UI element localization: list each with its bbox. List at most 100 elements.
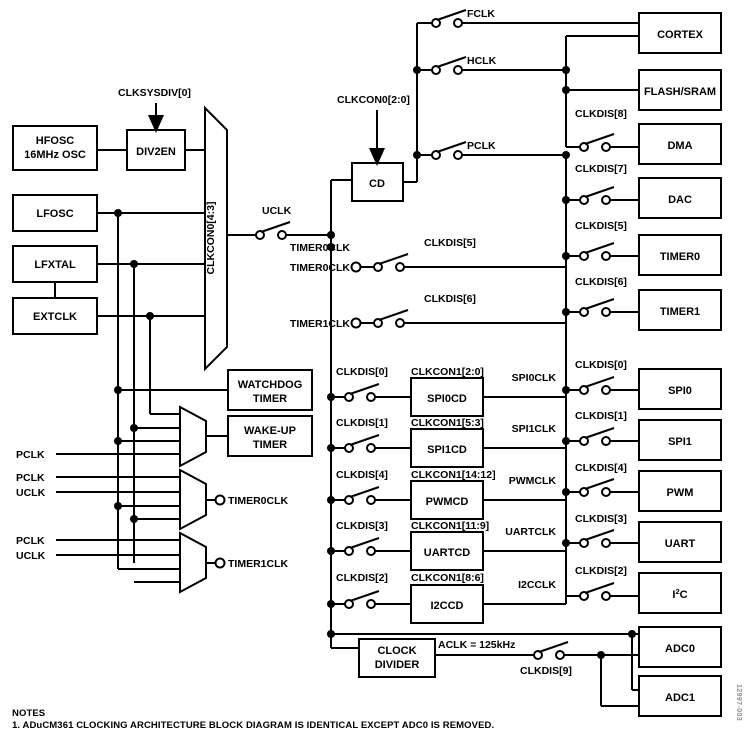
fclk-label: FCLK (467, 8, 495, 20)
switch-clkdis3-uartcd[interactable] (344, 537, 380, 556)
pwmclk-label: PWMCLK (509, 475, 557, 487)
clkdis0-right-label: CLKDIS[0] (575, 359, 627, 371)
clkdis4-mid-label: CLKDIS[4] (336, 469, 388, 481)
switch-clkdis6-timer1clk[interactable] (373, 309, 409, 328)
uclk-label: UCLK (262, 205, 292, 217)
switch-fclk[interactable] (431, 9, 467, 28)
aclk-label: ACLK = 125kHz (438, 639, 515, 651)
hfosc-label-line1: HFOSC (36, 135, 75, 147)
switch-clkdis0-spi0[interactable] (579, 376, 615, 395)
clkdis1-mid-label: CLKDIS[1] (336, 417, 388, 429)
clkdis3-mid-label: CLKDIS[3] (336, 520, 388, 532)
switch-clkdis3-uart[interactable] (579, 529, 615, 548)
clkcon1-spi0-label: CLKCON1[2:0] (411, 366, 484, 378)
i2ccd-label: I2CCD (430, 600, 463, 612)
lfxtal-label: LFXTAL (34, 259, 76, 271)
peripheral-block-pwm: PWM (638, 470, 722, 512)
block-spi0cd: SPI0CD (410, 377, 484, 417)
mux-wakeup-timer (179, 405, 207, 468)
div2en-label: DIV2EN (136, 146, 176, 158)
switch-clkdis2-i2c[interactable] (579, 582, 615, 601)
clkcon1-uart-label: CLKCON1[11:9] (411, 520, 489, 532)
lfosc-label: LFOSC (36, 208, 73, 220)
junction-extclk (146, 312, 154, 320)
timer1-label: TIMER1 (660, 306, 700, 318)
switch-pclk[interactable] (431, 141, 467, 160)
spi1-label: SPI1 (668, 436, 692, 448)
switch-uclk[interactable] (255, 221, 291, 240)
clkdis5-mid-label: CLKDIS[5] (424, 237, 476, 249)
junction-watchdog (114, 386, 122, 394)
spi1clk-label: SPI1CLK (512, 423, 557, 435)
clkcon1-pwm-label: CLKCON1[14:12] (411, 469, 496, 481)
peripheral-block-spi1: SPI1 (638, 419, 722, 461)
flash-sram-label: FLASH/SRAM (644, 86, 716, 98)
clkdis2-right-label: CLKDIS[2] (575, 565, 627, 577)
source-block-lfosc: LFOSC (12, 194, 98, 232)
switch-clkdis5-timer0clk[interactable] (373, 253, 409, 272)
spi1cd-label: SPI1CD (427, 444, 467, 456)
clkdis2-mid-label: CLKDIS[2] (336, 572, 388, 584)
pwmcd-label: PWMCD (426, 496, 469, 508)
peripheral-block-flash-sram: FLASH/SRAM (638, 69, 722, 111)
switch-clkdis6-timer1[interactable] (579, 298, 615, 317)
switch-hclk[interactable] (431, 56, 467, 75)
dac-label: DAC (668, 194, 692, 206)
source-block-hfosc: HFOSC 16MHz OSC (12, 125, 98, 171)
block-i2ccd: I2CCD (410, 584, 484, 624)
figure-id: 12997-003 (735, 684, 742, 722)
source-block-extclk: EXTCLK (12, 297, 98, 335)
pin-timer1clk (214, 557, 226, 569)
watchdog-label-line1: WATCHDOG (238, 379, 303, 391)
timer0-pclk-label: PCLK (16, 472, 45, 484)
dma-label: DMA (667, 140, 692, 152)
hfosc-label-line2: 16MHz OSC (24, 149, 86, 161)
wakeup-pclk-label: PCLK (16, 449, 45, 461)
block-cd: CD (351, 162, 404, 202)
uart-label: UART (665, 538, 696, 550)
switch-clkdis7-dac[interactable] (579, 186, 615, 205)
block-div2en: DIV2EN (126, 129, 186, 171)
peripheral-block-cortex: CORTEX (638, 12, 722, 54)
switch-clkdis0-spi0cd[interactable] (344, 383, 380, 402)
switch-clkdis8-dma[interactable] (579, 133, 615, 152)
timer1clk-in-text: TIMER1CLK (290, 318, 351, 330)
junction-lfxtal (130, 260, 138, 268)
timer0clk-in-text: TIMER0CLK (290, 262, 351, 274)
clkcon1-i2c-label: CLKCON1[8:6] (411, 572, 484, 584)
spi0clk-label: SPI0CLK (512, 372, 557, 384)
peripheral-block-uart: UART (638, 521, 722, 563)
clkdis0-mid-label: CLKDIS[0] (336, 366, 388, 378)
block-clock-divider: CLOCK DIVIDER (358, 638, 436, 678)
switch-clkdis4-pwm[interactable] (579, 478, 615, 497)
timer0clk-pin-label: TIMER0CLK (228, 495, 289, 507)
clkdis1-right-label: CLKDIS[1] (575, 410, 627, 422)
peripheral-block-spi0: SPI0 (638, 368, 722, 410)
junction-lfosc (114, 209, 122, 217)
timer1-pclk-label: PCLK (16, 535, 45, 547)
switch-clkdis1-spi1[interactable] (579, 427, 615, 446)
switch-clkdis5-timer0[interactable] (579, 242, 615, 261)
clkcon0-4-3-label: CLKCON0[4:3] (205, 202, 217, 275)
clkcon1-spi1-label: CLKCON1[5:3] (411, 417, 484, 429)
mux-clkcon0-4-3: CLKCON0[4:3] (204, 105, 228, 372)
spi0-label: SPI0 (668, 385, 692, 397)
note-1: 1. ADuCM361 CLOCKING ARCHITECTURE BLOCK … (12, 720, 495, 731)
adc1-label: ADC1 (665, 692, 695, 704)
cd-label: CD (369, 178, 385, 190)
clkdis4-right-label: CLKDIS[4] (575, 462, 627, 474)
peripheral-block-dac: DAC (638, 177, 722, 219)
timer1clk-pin-label: TIMER1CLK (228, 558, 289, 570)
peripheral-block-adc1: ADC1 (638, 675, 722, 717)
pin-timer0clk-in (350, 261, 362, 273)
peripheral-block-timer1: TIMER1 (638, 289, 722, 331)
wakeup-label-line2: TIMER (253, 439, 287, 451)
uartclk-label: UARTCLK (505, 526, 556, 538)
switch-clkdis1-spi1cd[interactable] (344, 434, 380, 453)
switch-clkdis9-adc[interactable] (533, 641, 569, 660)
clkdis5-right-label: CLKDIS[5] (575, 220, 627, 232)
block-watchdog-timer: WATCHDOG TIMER (227, 369, 313, 411)
clkdis7-label: CLKDIS[7] (575, 163, 627, 175)
switch-clkdis2-i2ccd[interactable] (344, 590, 380, 609)
switch-clkdis4-pwmcd[interactable] (344, 486, 380, 505)
